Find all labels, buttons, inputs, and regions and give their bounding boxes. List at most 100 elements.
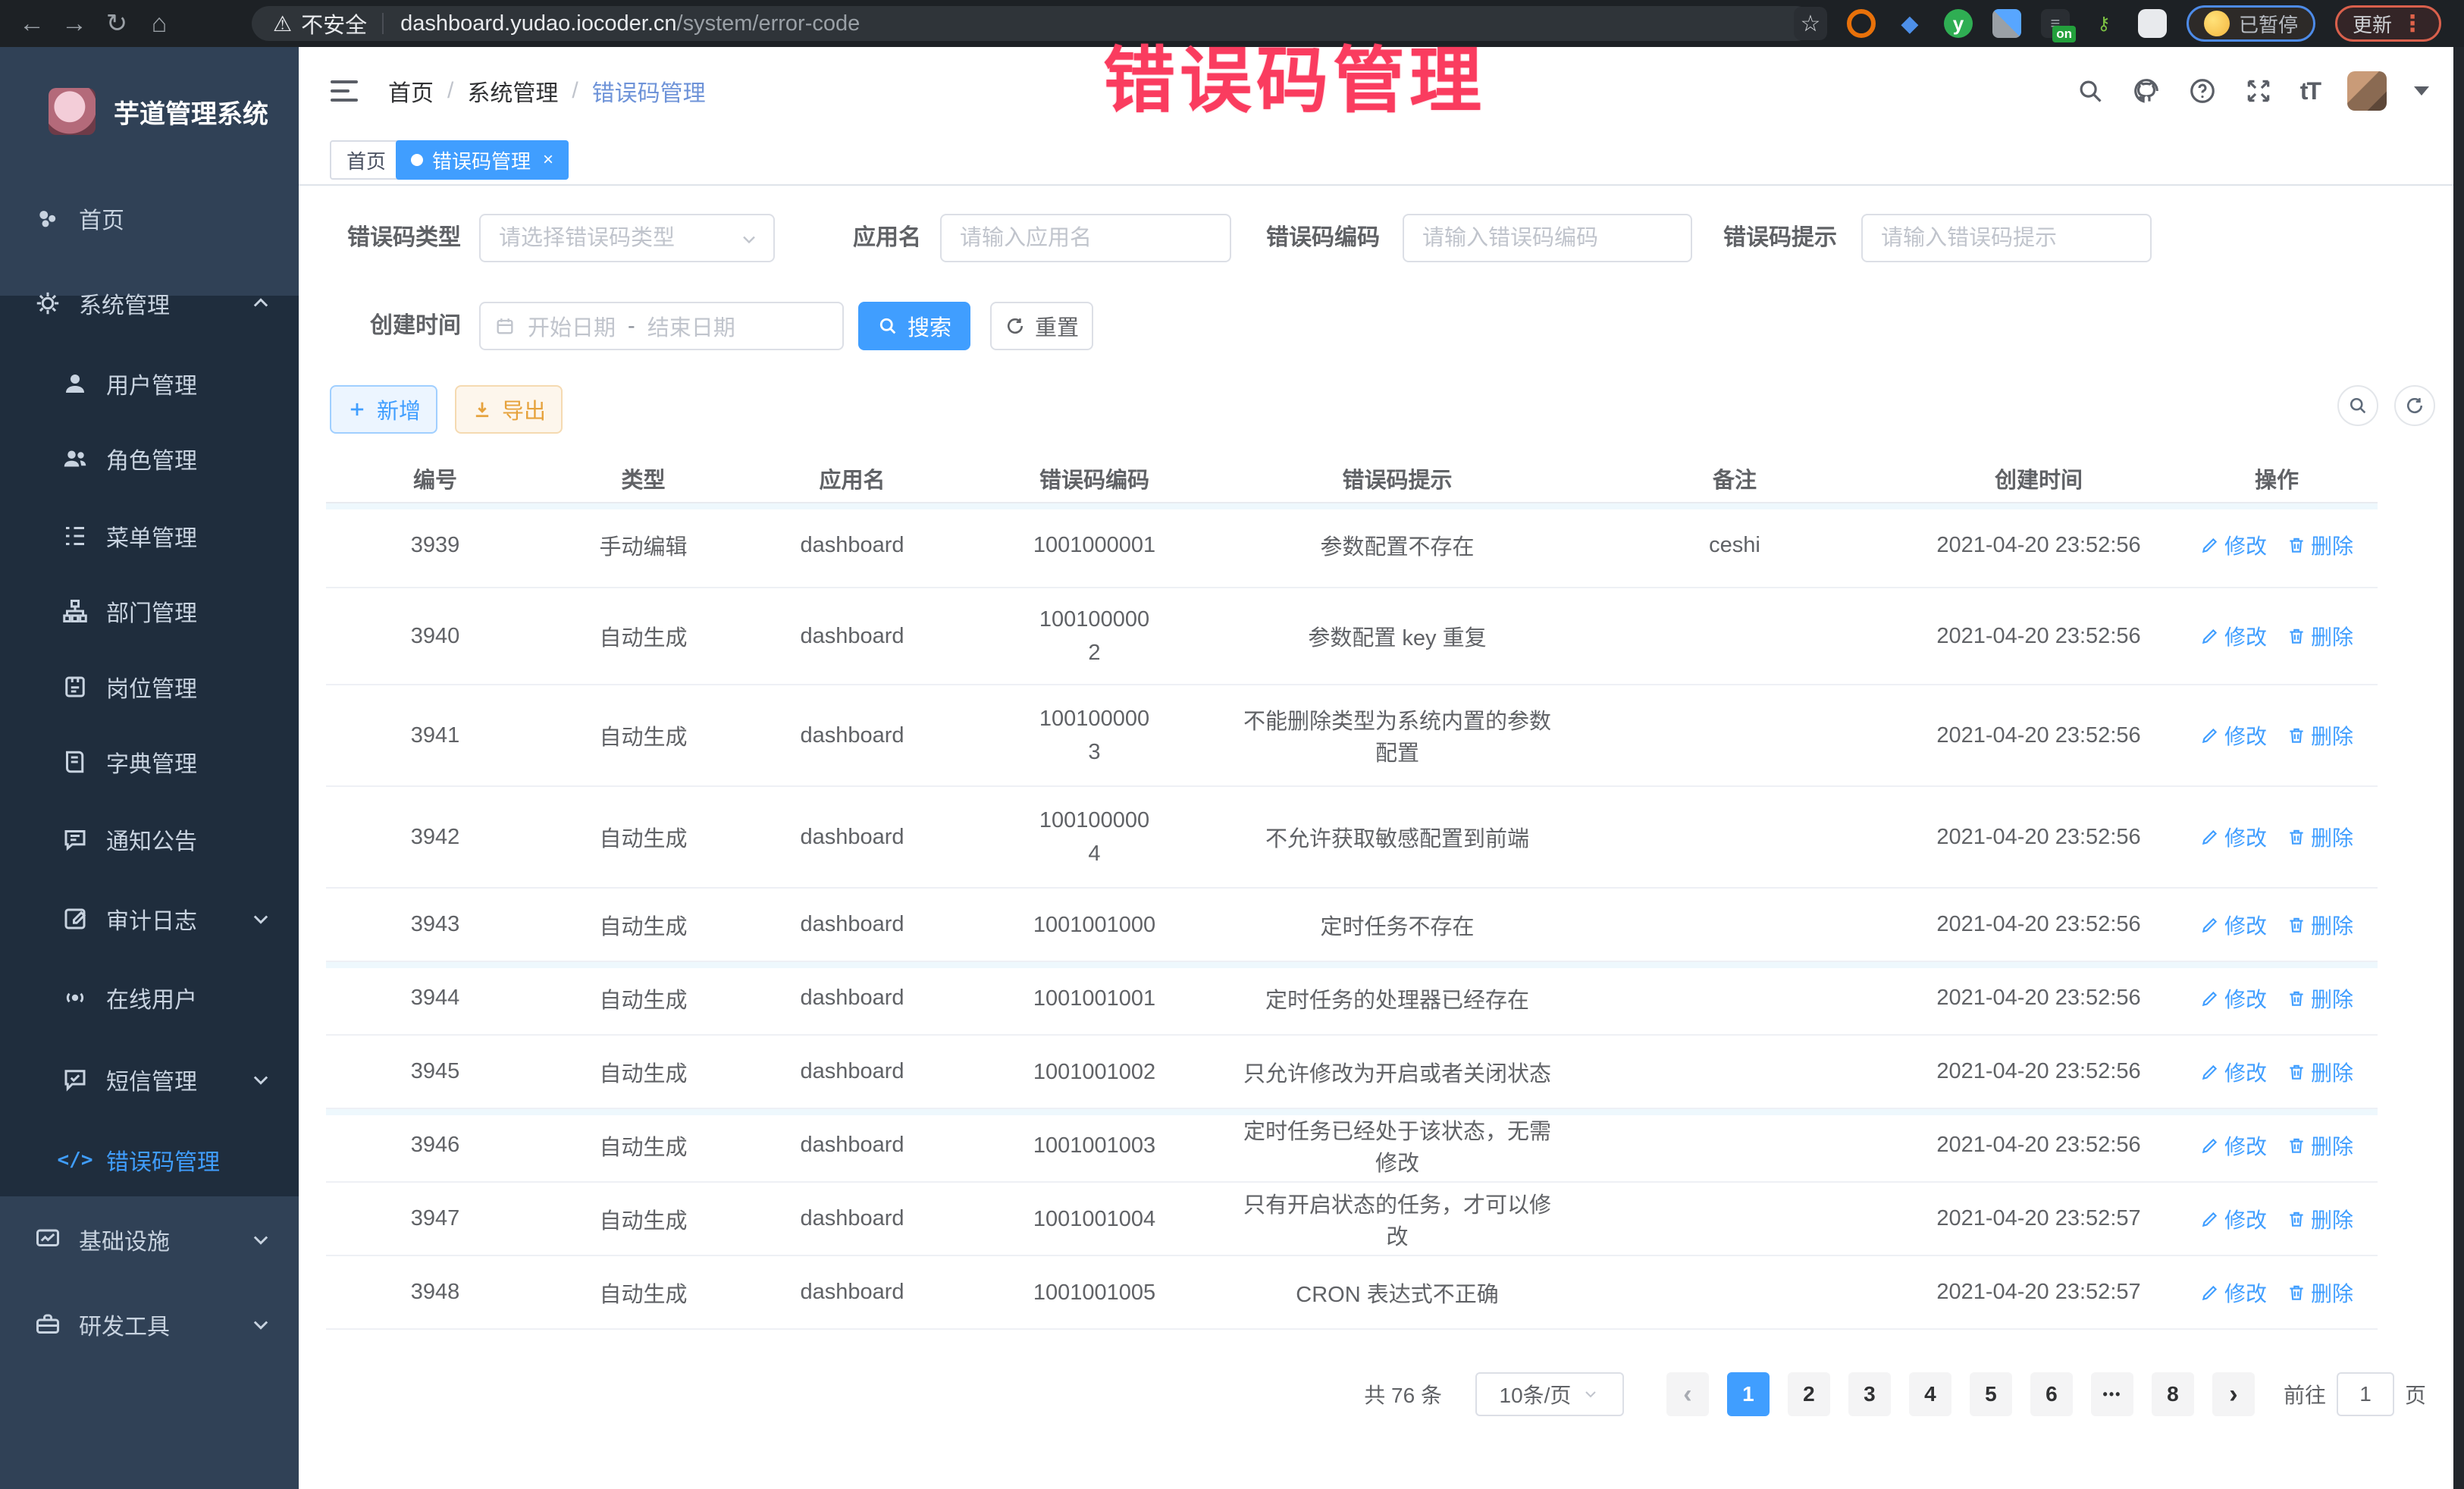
add-button[interactable]: 新增 bbox=[330, 385, 437, 434]
browser-menu-icon[interactable]: ⋮ bbox=[2401, 11, 2424, 37]
avatar-caret-icon[interactable] bbox=[2414, 86, 2429, 96]
delete-button[interactable]: 删除 bbox=[2287, 1204, 2353, 1234]
reset-button[interactable]: 重置 bbox=[990, 302, 1093, 350]
app-name-field[interactable] bbox=[940, 214, 1231, 262]
edit-button[interactable]: 修改 bbox=[2200, 1204, 2267, 1234]
back-icon[interactable]: ← bbox=[11, 9, 53, 39]
export-button[interactable]: 导出 bbox=[455, 385, 563, 434]
page-button-3[interactable]: 3 bbox=[1848, 1372, 1891, 1416]
edit-button[interactable]: 修改 bbox=[2200, 1130, 2267, 1161]
github-icon[interactable] bbox=[2132, 77, 2161, 105]
page-button-2[interactable]: 2 bbox=[1788, 1372, 1830, 1416]
delete-button[interactable]: 删除 bbox=[2287, 822, 2353, 852]
extension-y-icon[interactable]: y bbox=[1944, 9, 1973, 38]
edit-button[interactable]: 修改 bbox=[2200, 720, 2267, 751]
edit-button[interactable]: 修改 bbox=[2200, 1057, 2267, 1087]
page-scrollbar[interactable] bbox=[2453, 47, 2464, 1489]
extensions-puzzle-icon[interactable] bbox=[2138, 9, 2167, 38]
error-hint-field[interactable] bbox=[1861, 214, 2152, 262]
next-page-button[interactable]: › bbox=[2212, 1372, 2255, 1416]
edit-button[interactable]: 修改 bbox=[2200, 621, 2267, 651]
page-button-5[interactable]: 5 bbox=[1970, 1372, 2012, 1416]
sidebar-item-infrastructure[interactable]: 基础设施 bbox=[0, 1203, 299, 1276]
hamburger-icon[interactable] bbox=[329, 76, 359, 106]
edit-button[interactable]: 修改 bbox=[2200, 1277, 2267, 1308]
page-button-8[interactable]: 8 bbox=[2152, 1372, 2194, 1416]
search-icon[interactable] bbox=[2076, 77, 2105, 105]
extension-gem-icon[interactable]: ◆ bbox=[1895, 9, 1924, 38]
pencil-icon bbox=[2200, 1283, 2220, 1302]
delete-button[interactable]: 删除 bbox=[2287, 1130, 2353, 1161]
sidebar-item-dict[interactable]: 字典管理 bbox=[0, 726, 299, 798]
error-hint-input[interactable] bbox=[1863, 215, 2150, 261]
sidebar-item-menus[interactable]: 菜单管理 bbox=[0, 500, 299, 572]
sidebar-item-departments[interactable]: 部门管理 bbox=[0, 575, 299, 647]
forward-icon[interactable]: → bbox=[53, 9, 96, 39]
cell-hint: 定时任务的处理器已经存在 bbox=[1227, 983, 1568, 1014]
prev-page-button[interactable]: ‹ bbox=[1666, 1372, 1709, 1416]
error-type-select-input[interactable] bbox=[481, 215, 773, 261]
page-size-select[interactable]: 10条/页 bbox=[1475, 1372, 1624, 1416]
bookmark-star-icon[interactable]: ☆ bbox=[1794, 7, 1827, 40]
sidebar-item-posts[interactable]: 岗位管理 bbox=[0, 650, 299, 723]
page-button-6[interactable]: 6 bbox=[2030, 1372, 2073, 1416]
user-avatar[interactable] bbox=[2347, 71, 2387, 111]
page-button-4[interactable]: 4 bbox=[1909, 1372, 1951, 1416]
trash-icon bbox=[2287, 1283, 2306, 1302]
breadcrumb-system[interactable]: 系统管理 bbox=[467, 74, 558, 108]
edit-button[interactable]: 修改 bbox=[2200, 822, 2267, 852]
breadcrumb-home[interactable]: 首页 bbox=[388, 74, 434, 108]
delete-button[interactable]: 删除 bbox=[2287, 621, 2353, 651]
sidebar-item-home[interactable]: 首页 bbox=[0, 182, 299, 255]
end-date-placeholder: 结束日期 bbox=[647, 310, 735, 342]
table-row: 3945 自动生成 dashboard 1001001002 只允许修改为开启或… bbox=[326, 1036, 2378, 1109]
error-code-input[interactable] bbox=[1404, 215, 1691, 261]
address-bar[interactable]: ⚠ 不安全 dashboard.yudao.iocoder.cn /system… bbox=[252, 6, 1814, 41]
tab-error-code[interactable]: 错误码管理 × bbox=[396, 140, 569, 180]
delete-button[interactable]: 删除 bbox=[2287, 983, 2353, 1014]
sidebar-item-online-users[interactable]: 在线用户 bbox=[0, 961, 299, 1034]
extension-grid-icon[interactable] bbox=[1992, 9, 2021, 38]
sidebar-item-sms[interactable]: 短信管理 bbox=[0, 1043, 299, 1116]
home-icon[interactable]: ⌂ bbox=[138, 9, 180, 39]
fullscreen-icon[interactable] bbox=[2244, 77, 2273, 105]
sidebar-item-roles[interactable]: 角色管理 bbox=[0, 422, 299, 495]
sidebar-item-dev-tools[interactable]: 研发工具 bbox=[0, 1288, 299, 1361]
sidebar-item-system[interactable]: 系统管理 bbox=[0, 267, 299, 340]
edit-button[interactable]: 修改 bbox=[2200, 983, 2267, 1014]
font-size-icon[interactable]: tT bbox=[2300, 77, 2320, 105]
tab-home[interactable]: 首页 bbox=[330, 140, 403, 180]
close-icon[interactable]: × bbox=[543, 149, 553, 171]
date-range-picker[interactable]: 开始日期 - 结束日期 bbox=[479, 302, 844, 350]
cell-hint: 只有开启状态的任务，才可以修改 bbox=[1227, 1187, 1568, 1251]
on-badge: on bbox=[2052, 26, 2076, 42]
reload-icon[interactable]: ↻ bbox=[96, 8, 138, 39]
update-button[interactable]: 更新 ⋮ bbox=[2335, 5, 2441, 42]
sidebar-item-audit-log[interactable]: 审计日志 bbox=[0, 882, 299, 955]
sidebar-item-error-code[interactable]: </> 错误码管理 bbox=[0, 1124, 299, 1196]
edit-button[interactable]: 修改 bbox=[2200, 910, 2267, 940]
app-name-input[interactable] bbox=[942, 215, 1230, 261]
extension-switch-icon[interactable]: ≡ on bbox=[2041, 9, 2070, 38]
help-icon[interactable] bbox=[2188, 77, 2217, 105]
edit-button[interactable]: 修改 bbox=[2200, 530, 2267, 560]
refresh-table-button[interactable] bbox=[2394, 385, 2435, 426]
search-button[interactable]: 搜索 bbox=[858, 302, 970, 350]
profile-paused-chip[interactable]: 已暂停 bbox=[2187, 5, 2315, 42]
error-type-select[interactable] bbox=[479, 214, 775, 262]
app-logo-row[interactable]: 芋道管理系统 bbox=[0, 62, 299, 161]
delete-button[interactable]: 删除 bbox=[2287, 720, 2353, 751]
sidebar-item-users[interactable]: 用户管理 bbox=[0, 347, 299, 420]
extension-orange-icon[interactable] bbox=[1847, 9, 1876, 38]
more-pages-button[interactable]: ••• bbox=[2091, 1372, 2133, 1416]
toggle-search-button[interactable] bbox=[2337, 385, 2378, 426]
delete-button[interactable]: 删除 bbox=[2287, 1057, 2353, 1087]
sidebar-item-notices[interactable]: 通知公告 bbox=[0, 803, 299, 876]
delete-button[interactable]: 删除 bbox=[2287, 1277, 2353, 1308]
error-code-field[interactable] bbox=[1403, 214, 1692, 262]
extension-key-icon[interactable]: ⚷ bbox=[2089, 9, 2118, 38]
delete-button[interactable]: 删除 bbox=[2287, 530, 2353, 560]
page-button-1[interactable]: 1 bbox=[1727, 1372, 1770, 1416]
goto-page-input[interactable] bbox=[2337, 1372, 2394, 1416]
delete-button[interactable]: 删除 bbox=[2287, 910, 2353, 940]
